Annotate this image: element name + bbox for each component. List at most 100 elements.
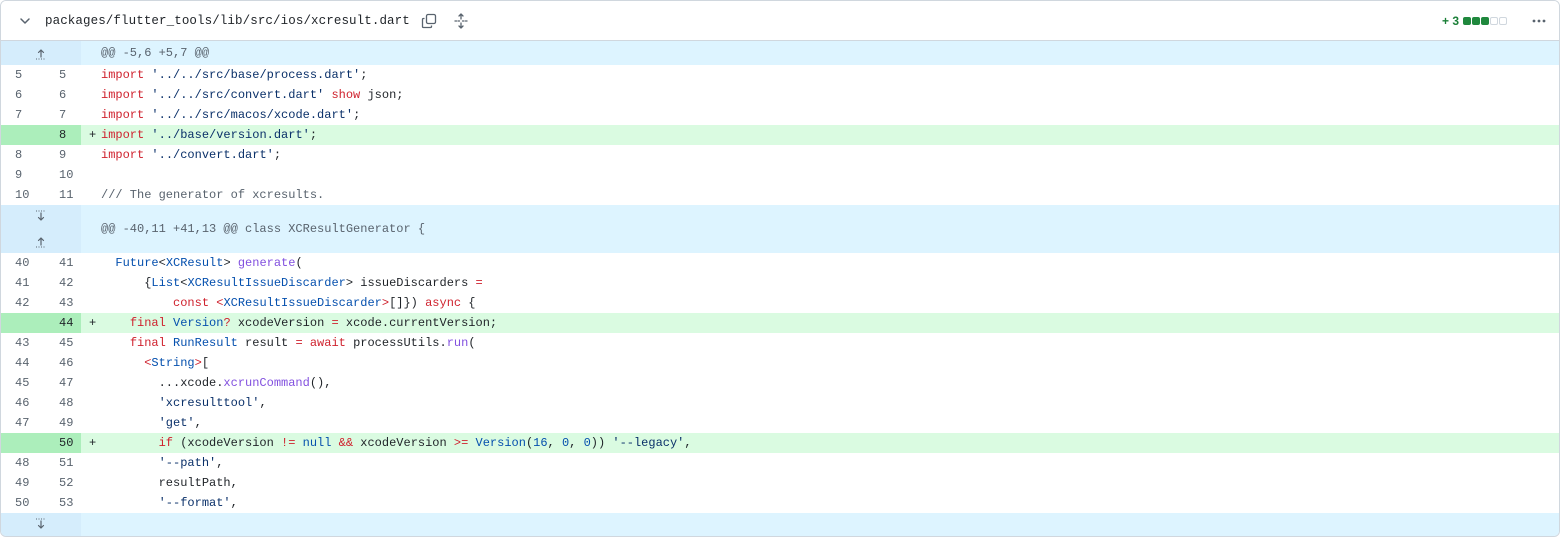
old-line-number[interactable]: 40 <box>1 253 41 273</box>
old-line-number[interactable]: 44 <box>1 353 41 373</box>
diff-line: 41 42 {List<XCResultIssueDiscarder> issue… <box>1 273 1559 293</box>
file-header: packages/flutter_tools/lib/src/ios/xcres… <box>1 1 1559 41</box>
old-line-number[interactable]: 7 <box>1 105 41 125</box>
copy-path-button[interactable] <box>416 8 442 34</box>
code-token: final <box>129 316 166 330</box>
expand-down-button[interactable] <box>1 513 81 536</box>
new-line-number[interactable]: 6 <box>41 85 81 105</box>
diffstat-blocks <box>1463 16 1507 25</box>
code-token: { <box>461 296 476 310</box>
old-line-number[interactable]: 42 <box>1 293 41 313</box>
diff-line: 49 52 resultPath, <box>1 473 1559 493</box>
old-line-number[interactable]: 43 <box>1 333 41 353</box>
old-line-number[interactable]: 46 <box>1 393 41 413</box>
code-token: const <box>173 296 210 310</box>
code-token: '--legacy' <box>612 436 685 450</box>
old-line-number[interactable] <box>1 313 41 333</box>
new-line-number[interactable]: 8 <box>41 125 81 145</box>
new-line-number[interactable]: 11 <box>41 185 81 205</box>
expand-up-button[interactable] <box>1 41 81 65</box>
expand-all-button[interactable] <box>448 8 474 34</box>
code-token: , <box>569 436 584 450</box>
file-path-link[interactable]: packages/flutter_tools/lib/src/ios/xcres… <box>45 14 410 28</box>
old-line-number[interactable] <box>1 125 41 145</box>
code-token: = <box>475 276 483 290</box>
diff-line: 46 48 'xcresulttool', <box>1 393 1559 413</box>
expand-up-button[interactable] <box>1 229 81 253</box>
code-cell: ...xcode.xcrunCommand(), <box>81 373 1559 393</box>
diffstat-block-added <box>1481 16 1489 25</box>
diffstat-block-added <box>1472 16 1480 25</box>
new-line-number[interactable]: 10 <box>41 165 81 185</box>
code-token: [ <box>201 356 210 370</box>
new-line-number[interactable]: 41 <box>41 253 81 273</box>
code-token: XCResultIssueDiscarder <box>223 296 382 310</box>
hunk-header-row: @@ -5,6 +5,7 @@ <box>1 41 1559 65</box>
new-line-number[interactable]: 9 <box>41 145 81 165</box>
code-token: 'xcresulttool' <box>158 396 260 410</box>
new-line-number[interactable]: 48 <box>41 393 81 413</box>
old-line-number[interactable]: 48 <box>1 453 41 473</box>
new-line-number[interactable]: 45 <box>41 333 81 353</box>
old-line-number[interactable]: 41 <box>1 273 41 293</box>
code-token: import <box>101 108 145 122</box>
new-line-number[interactable]: 47 <box>41 373 81 393</box>
old-line-number[interactable]: 49 <box>1 473 41 493</box>
diff-line: 45 47 ...xcode.xcrunCommand(), <box>1 373 1559 393</box>
code-token: ; <box>360 68 368 82</box>
diff-line: 9 10 <box>1 165 1559 185</box>
new-line-number[interactable]: 46 <box>41 353 81 373</box>
new-line-number[interactable]: 42 <box>41 273 81 293</box>
code-token: xcode.currentVersion; <box>338 316 498 330</box>
new-line-number[interactable]: 51 <box>41 453 81 473</box>
code-token: '../convert.dart' <box>151 148 274 162</box>
old-line-number[interactable] <box>1 433 41 453</box>
code-token: = <box>295 336 303 350</box>
old-line-number[interactable]: 50 <box>1 493 41 513</box>
old-line-number[interactable]: 47 <box>1 413 41 433</box>
code-token: '../../src/convert.dart' <box>151 88 325 102</box>
new-line-number[interactable]: 53 <box>41 493 81 513</box>
code-token: json; <box>360 88 404 102</box>
old-line-number[interactable]: 10 <box>1 185 41 205</box>
new-line-number[interactable]: 49 <box>41 413 81 433</box>
code-token: > <box>194 356 202 370</box>
collapse-toggle-button[interactable] <box>15 11 35 31</box>
expand-down-button[interactable] <box>1 205 81 229</box>
old-line-number[interactable]: 6 <box>1 85 41 105</box>
code-token: ? <box>223 316 231 330</box>
new-line-number[interactable]: 52 <box>41 473 81 493</box>
new-line-number[interactable]: 50 <box>41 433 81 453</box>
kebab-horizontal-icon <box>1532 19 1546 22</box>
code-cell: 'get', <box>81 413 1559 433</box>
code-token: , <box>194 416 202 430</box>
more-options-button[interactable] <box>1527 9 1551 33</box>
code-token: String <box>151 356 195 370</box>
code-cell: 'xcresulttool', <box>81 393 1559 413</box>
chevron-down-icon <box>20 17 30 24</box>
addition-marker: + <box>89 128 97 142</box>
new-line-number[interactable]: 5 <box>41 65 81 85</box>
old-line-number[interactable]: 8 <box>1 145 41 165</box>
fold-up-icon <box>36 237 46 248</box>
code-token: result <box>237 336 296 350</box>
old-line-number[interactable]: 5 <box>1 65 41 85</box>
code-token: import <box>101 88 145 102</box>
code-token: > <box>223 256 238 270</box>
code-token: ; <box>273 148 282 162</box>
code-token: Version <box>475 436 526 450</box>
code-cell: import '../../src/macos/xcode.dart'; <box>81 105 1559 125</box>
new-line-number[interactable]: 43 <box>41 293 81 313</box>
old-line-number[interactable]: 9 <box>1 165 41 185</box>
new-line-number[interactable]: 44 <box>41 313 81 333</box>
old-line-number[interactable]: 45 <box>1 373 41 393</box>
code-cell: /// The generator of xcresults. <box>81 185 1559 205</box>
code-token: ...xcode. <box>101 376 224 390</box>
code-token: , <box>216 456 224 470</box>
code-token: (), <box>309 376 332 390</box>
new-line-number[interactable]: 7 <box>41 105 81 125</box>
